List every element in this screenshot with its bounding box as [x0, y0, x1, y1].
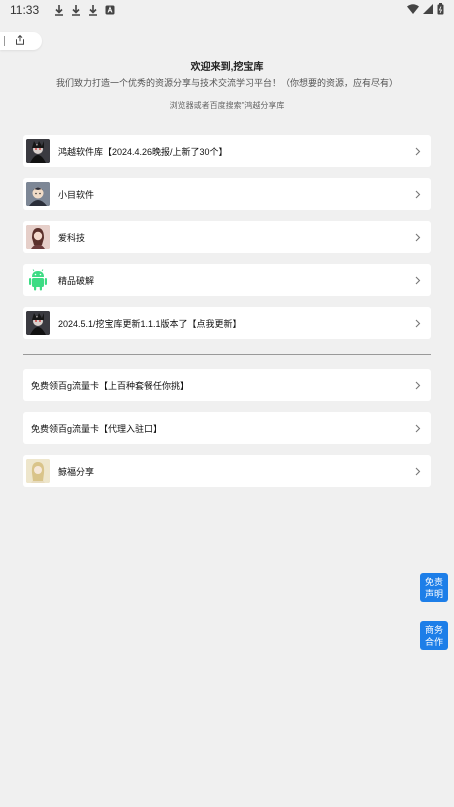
section-divider: [23, 354, 431, 355]
list-item-sim-card-agent[interactable]: 免费领百g流量卡【代理入驻口】: [23, 412, 431, 444]
list-item-update[interactable]: 2024.5.1/挖宝库更新1.1.1版本了【点我更新】: [23, 307, 431, 339]
list-item-label: 鲸福分享: [58, 466, 95, 477]
android-robot-icon: [26, 268, 50, 292]
page-header: 欢迎来到,挖宝库 我们致力打造一个优秀的资源分享与技术交流学习平台！（你想要的资…: [0, 62, 454, 111]
status-time: 11:33: [10, 3, 40, 17]
business-cooperation-button[interactable]: 商务合作: [420, 621, 448, 650]
blonde-girl-avatar-icon: [26, 459, 50, 483]
share-icon[interactable]: [15, 32, 25, 50]
list-item-label: 鸿越软件库【2024.4.26晚报/上新了30个】: [58, 146, 228, 157]
pill-divider: [4, 36, 5, 46]
chevron-right-icon: [413, 146, 423, 156]
list-item-aikeji[interactable]: 爱科技: [23, 221, 431, 253]
battery-icon: [437, 2, 444, 18]
list-item-jingfu[interactable]: 鲸福分享: [23, 455, 431, 487]
business-label: 商务合作: [424, 624, 443, 647]
page-description: 我们致力打造一个优秀的资源分享与技术交流学习平台！（你想要的资源，应有尽有）: [55, 78, 398, 88]
list-item-label: 免费领百g流量卡【代理入驻口】: [31, 423, 163, 434]
status-bar: 11:33: [0, 0, 454, 20]
dark-anime-avatar-icon: [26, 139, 50, 163]
chevron-right-icon: [413, 232, 423, 242]
list-item-label: 小目软件: [58, 189, 95, 200]
list-item-label: 爱科技: [58, 232, 86, 243]
download-icon: [51, 3, 67, 17]
app-notification-icon: [102, 3, 118, 17]
list-item-xiaomu[interactable]: 小目软件: [23, 178, 431, 210]
list-item-label: 免费领百g流量卡【上百种套餐任你挑】: [31, 380, 190, 391]
signal-icon: [423, 3, 433, 17]
page-title: 欢迎来到,挖宝库: [190, 62, 264, 73]
wifi-icon: [407, 3, 419, 17]
chevron-right-icon: [413, 189, 423, 199]
download-icon: [68, 3, 84, 17]
list-item-hongyue[interactable]: 鸿越软件库【2024.4.26晚报/上新了30个】: [23, 135, 431, 167]
list-item-label: 2024.5.1/挖宝库更新1.1.1版本了【点我更新】: [58, 318, 242, 329]
disclaimer-button[interactable]: 免责声明: [420, 573, 448, 602]
chevron-right-icon: [413, 423, 423, 433]
chevron-right-icon: [413, 318, 423, 328]
list-item-sim-card-packages[interactable]: 免费领百g流量卡【上百种套餐任你挑】: [23, 369, 431, 401]
download-icon: [85, 3, 101, 17]
disclaimer-label: 免责声明: [424, 576, 443, 599]
list-item-crack[interactable]: 精品破解: [23, 264, 431, 296]
anime-boy-avatar-icon: [26, 182, 50, 206]
share-pill[interactable]: [0, 32, 42, 50]
chevron-right-icon: [413, 380, 423, 390]
chevron-right-icon: [413, 466, 423, 476]
search-hint: 浏览器或者百度搜索"鸿越分享库: [169, 101, 285, 110]
girl-portrait-avatar-icon: [26, 225, 50, 249]
list-item-label: 精品破解: [58, 275, 95, 286]
chevron-right-icon: [413, 275, 423, 285]
dark-anime-avatar-icon: [26, 311, 50, 335]
